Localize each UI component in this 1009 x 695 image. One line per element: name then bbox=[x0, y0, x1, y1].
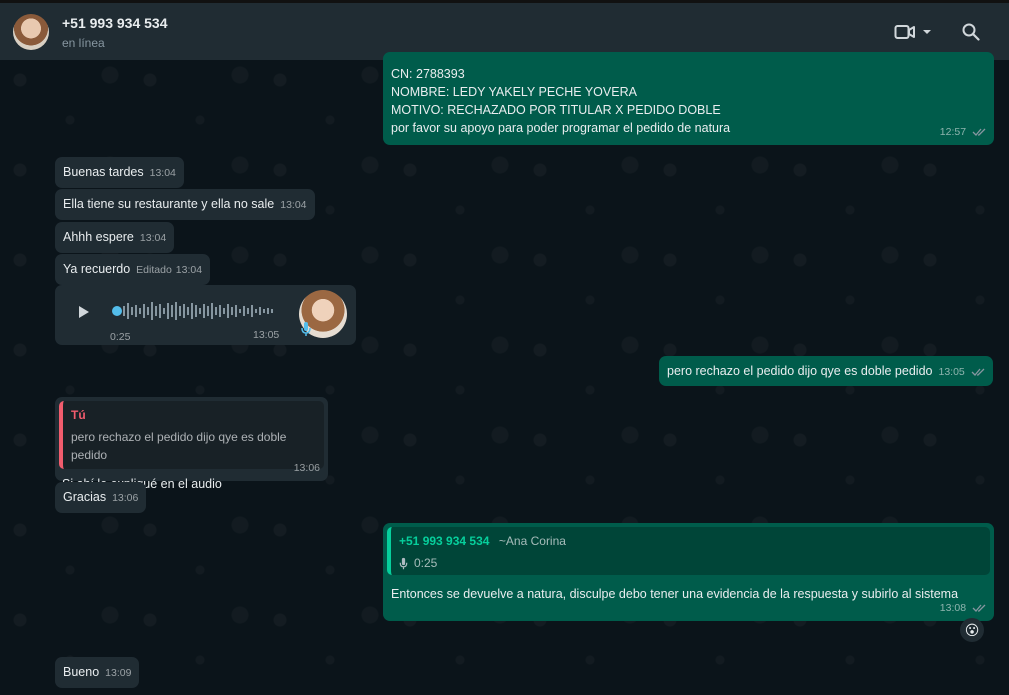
message-text: Ahhh espere bbox=[63, 230, 134, 244]
message-incoming[interactable]: Ahhh espere 13:04 bbox=[55, 222, 175, 253]
message-incoming[interactable]: Buenas tardes 13:04 bbox=[55, 157, 184, 188]
read-receipt-icon bbox=[972, 604, 986, 613]
message-time: 13:09 bbox=[105, 667, 132, 679]
message-incoming[interactable]: Gracias 13:06 bbox=[55, 482, 147, 513]
message-time: 13:04 bbox=[175, 264, 203, 276]
audio-waveform[interactable] bbox=[111, 299, 281, 323]
message-time: 13:08 bbox=[939, 602, 967, 614]
message-time: 13:05 bbox=[938, 366, 965, 378]
search-icon bbox=[962, 23, 980, 41]
message-line: por favor su apoyo para poder programar … bbox=[391, 121, 731, 135]
quote-author: +51 993 934 534 bbox=[399, 534, 490, 548]
message-time: 13:05 bbox=[253, 329, 280, 341]
message-time: 13:04 bbox=[149, 167, 176, 179]
video-camera-icon bbox=[894, 24, 915, 39]
quote-audio-duration: 0:25 bbox=[414, 556, 438, 570]
message-outgoing-order[interactable]: CN: 2788393 NOMBRE: LEDY YAKELY PECHE YO… bbox=[383, 52, 994, 145]
header-actions bbox=[893, 16, 983, 48]
contact-avatar[interactable] bbox=[13, 13, 49, 50]
message-time: 12:57 bbox=[939, 126, 967, 138]
message-time: 13:04 bbox=[280, 199, 307, 211]
message-incoming-audio[interactable]: 0:25 13:05 bbox=[55, 285, 356, 345]
search-button[interactable] bbox=[959, 20, 983, 44]
message-time: 13:06 bbox=[293, 462, 320, 474]
quote-sender: ~Ana Corina bbox=[498, 534, 566, 548]
quoted-message[interactable]: +51 993 934 534 ~Ana Corina 0:25 bbox=[387, 527, 990, 575]
contact-status: en línea bbox=[62, 35, 105, 50]
contact-info[interactable]: +51 993 934 534 en línea bbox=[62, 14, 168, 50]
message-text: Gracias bbox=[63, 490, 107, 504]
message-text: Buenas tardes bbox=[63, 165, 144, 179]
audio-seek-handle bbox=[112, 306, 122, 316]
message-line: NOMBRE: LEDY YAKELY PECHE YOVERA bbox=[391, 85, 637, 99]
message-time: 13:04 bbox=[139, 232, 167, 244]
message-text: Entonces se devuelve a natura, disculpe … bbox=[391, 587, 959, 601]
read-receipt-icon bbox=[972, 128, 986, 137]
microphone-icon bbox=[399, 558, 408, 570]
message-incoming[interactable]: Ella tiene su restaurante y ella no sale… bbox=[55, 189, 315, 220]
microphone-icon bbox=[301, 321, 311, 342]
message-outgoing-reply[interactable]: +51 993 934 534 ~Ana Corina 0:25 Entonce… bbox=[383, 523, 994, 621]
message-text: Ella tiene su restaurante y ella no sale bbox=[63, 197, 275, 211]
audio-play-button[interactable] bbox=[78, 305, 90, 324]
message-line: MOTIVO: RECHAZADO POR TITULAR X PEDIDO D… bbox=[391, 103, 721, 117]
message-incoming[interactable]: Ya recuerdo Editado 13:04 bbox=[55, 254, 211, 285]
audio-duration: 0:25 bbox=[110, 331, 131, 343]
message-text: pero rechazo el pedido dijo qye es doble… bbox=[667, 364, 933, 378]
video-call-button[interactable] bbox=[893, 16, 933, 48]
message-outgoing[interactable]: pero rechazo el pedido dijo qye es doble… bbox=[659, 356, 994, 386]
play-icon bbox=[79, 306, 89, 318]
message-text: Bueno bbox=[63, 665, 100, 679]
message-incoming-reply[interactable]: Tú pero rechazo el pedido dijo qye es do… bbox=[55, 397, 328, 491]
message-incoming[interactable]: Bueno 13:09 bbox=[55, 657, 140, 688]
message-edited-label: Editado bbox=[136, 264, 172, 276]
message-line: CN: 2788393 bbox=[391, 67, 465, 81]
message-reaction[interactable]: 😮 bbox=[960, 618, 984, 642]
chat-header: +51 993 934 534 en línea bbox=[0, 0, 1009, 60]
message-time: 13:06 bbox=[112, 492, 139, 504]
contact-name: +51 993 934 534 bbox=[62, 14, 168, 31]
quote-author: Tú bbox=[71, 408, 86, 422]
message-meta: 13:08 bbox=[940, 599, 986, 617]
quote-audio: 0:25 bbox=[399, 554, 982, 572]
message-text: Ya recuerdo bbox=[63, 262, 131, 276]
read-receipt-icon bbox=[971, 368, 985, 376]
message-list[interactable]: CN: 2788393 NOMBRE: LEDY YAKELY PECHE YO… bbox=[0, 52, 1009, 695]
chevron-down-icon bbox=[923, 29, 931, 34]
quoted-message[interactable]: Tú pero rechazo el pedido dijo qye es do… bbox=[59, 401, 324, 469]
quote-text: pero rechazo el pedido dijo qye es doble… bbox=[71, 430, 287, 462]
message-meta: 12:57 bbox=[940, 123, 986, 141]
